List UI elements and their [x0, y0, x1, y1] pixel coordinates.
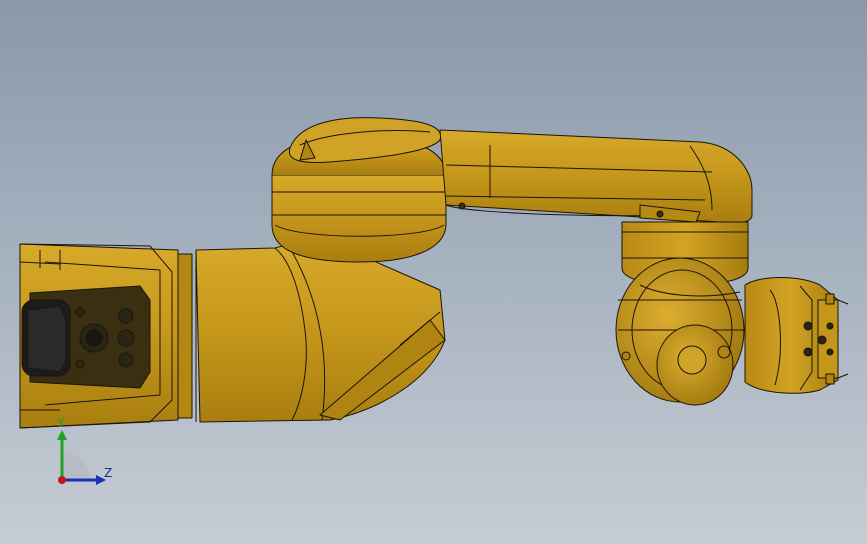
graphics-viewport[interactable]: Y Z [0, 0, 867, 544]
lower-arm-joint[interactable] [195, 243, 446, 423]
z-axis-label: Z [104, 466, 113, 480]
y-axis-label: Y [57, 416, 65, 430]
tool-flange[interactable] [744, 277, 849, 394]
robot-arm-model[interactable] [0, 0, 867, 544]
orientation-triad[interactable]: Y Z [40, 416, 120, 490]
base-housing[interactable] [19, 243, 193, 429]
upper-arm-link[interactable] [439, 129, 753, 224]
shoulder-joint[interactable] [271, 117, 447, 263]
wrist-joint[interactable] [615, 257, 745, 406]
